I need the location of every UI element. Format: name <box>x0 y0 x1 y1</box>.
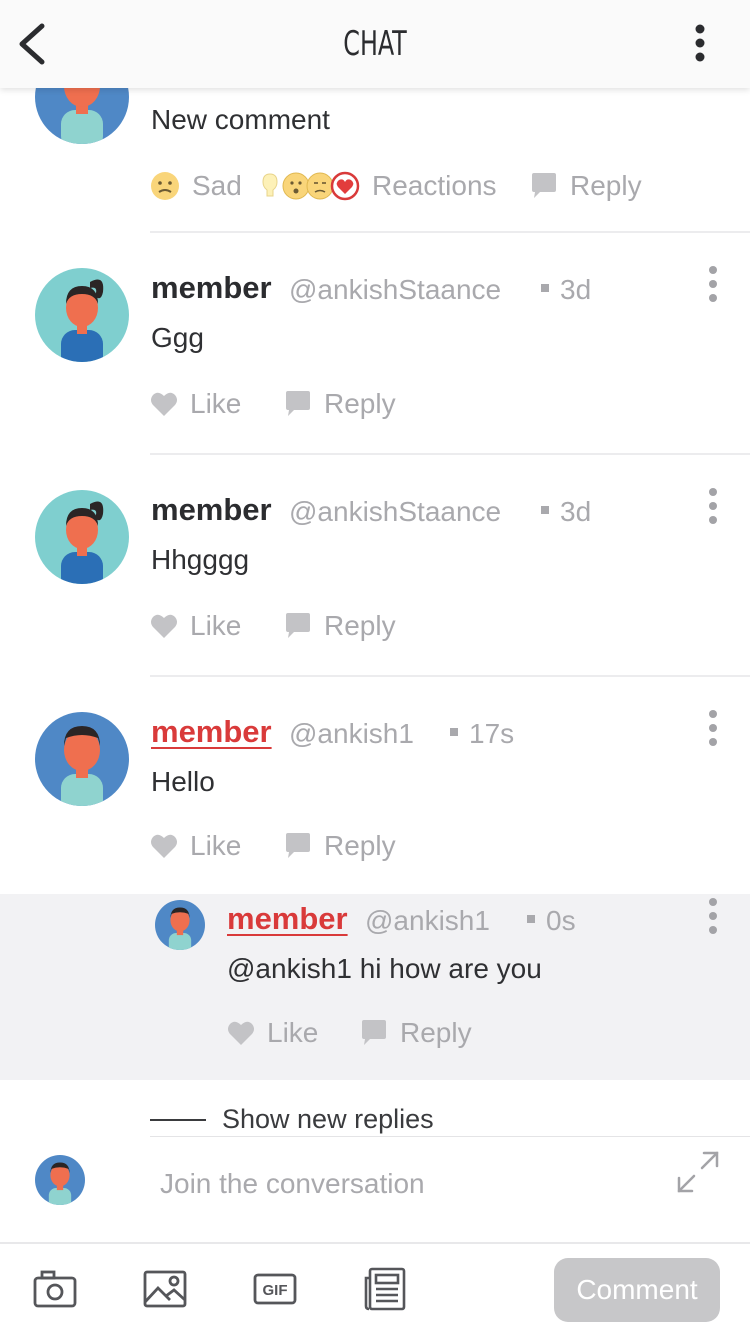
like-label: Like <box>190 610 242 641</box>
comment-options-icon[interactable] <box>703 898 723 938</box>
like-button[interactable]: Like <box>150 830 241 862</box>
reply-label: Reply <box>324 830 396 861</box>
comment-options-icon[interactable] <box>703 488 723 528</box>
avatar[interactable] <box>155 900 205 950</box>
comment-options-icon[interactable] <box>703 710 723 750</box>
time-separator <box>541 284 549 292</box>
avatar[interactable] <box>35 712 129 806</box>
reactions-button[interactable]: Reactions <box>260 170 497 202</box>
author-handle[interactable]: @ankish1 <box>365 905 490 937</box>
back-arrow-icon[interactable] <box>14 20 54 68</box>
author-name[interactable]: member <box>227 901 348 937</box>
sad-label: Sad <box>192 170 242 201</box>
show-new-replies-link[interactable]: Show new replies <box>150 1104 434 1135</box>
timestamp: 17s <box>469 718 515 749</box>
reply-bubble-icon <box>286 613 310 638</box>
article-icon[interactable] <box>362 1266 408 1312</box>
heart-icon <box>151 614 177 638</box>
reply-button[interactable]: Reply <box>360 1017 472 1049</box>
comment-text: @ankish1 hi how are you <box>227 953 542 984</box>
comment-input[interactable]: Join the conversation <box>160 1168 425 1200</box>
reactions-label: Reactions <box>372 170 497 201</box>
author-handle[interactable]: @ankishStaance <box>289 496 501 528</box>
page-title: CHAT <box>343 24 407 64</box>
more-options-icon[interactable] <box>688 24 712 64</box>
camera-icon[interactable] <box>32 1266 78 1312</box>
gif-label: GIF <box>263 1282 288 1299</box>
timestamp: 0s <box>546 905 576 936</box>
reply-label: Reply <box>400 1017 472 1048</box>
heart-icon <box>228 1021 254 1045</box>
divider <box>150 231 750 233</box>
timestamp: 3d <box>560 274 592 305</box>
heart-icon <box>151 392 177 416</box>
current-user-avatar <box>35 1155 85 1205</box>
like-button[interactable]: Like <box>150 610 241 642</box>
reply-bubble-icon <box>286 833 310 858</box>
comment-text: Hello <box>151 766 215 797</box>
reply-label: Reply <box>570 170 642 201</box>
image-icon[interactable] <box>142 1266 188 1312</box>
avatar[interactable] <box>35 268 129 362</box>
avatar[interactable] <box>35 490 129 584</box>
reply-button[interactable]: Reply <box>284 830 396 862</box>
author-name[interactable]: member <box>151 714 272 750</box>
reply-button[interactable]: Reply <box>284 388 396 420</box>
comment-text: New comment <box>151 104 330 135</box>
divider <box>150 453 750 455</box>
show-new-replies-label: Show new replies <box>222 1104 434 1134</box>
like-label: Like <box>267 1017 319 1048</box>
timestamp: 3d <box>560 496 592 527</box>
top-bar: CHAT <box>0 0 750 88</box>
like-button[interactable]: Like <box>227 1017 318 1049</box>
time-separator <box>450 728 458 736</box>
divider <box>150 1136 750 1137</box>
divider <box>150 1118 206 1121</box>
time-separator <box>527 915 535 923</box>
reply-bubble-icon <box>286 391 310 416</box>
reply-bubble-icon <box>532 173 556 198</box>
comment-text: Hhgggg <box>151 544 250 575</box>
author-handle[interactable]: @ankish1 <box>289 718 414 750</box>
reply-button[interactable]: Reply <box>284 610 396 642</box>
reply-label: Reply <box>324 388 396 419</box>
author-name[interactable]: member <box>151 492 272 528</box>
expand-icon[interactable] <box>676 1150 720 1194</box>
comment-options-icon[interactable] <box>703 266 723 306</box>
like-label: Like <box>190 388 242 419</box>
reply-button[interactable]: Reply <box>530 170 642 202</box>
comment-text: Ggg <box>151 322 204 353</box>
reply-bubble-icon <box>362 1020 386 1045</box>
sad-reaction[interactable]: Sad <box>150 170 242 202</box>
sad-face-icon <box>151 172 179 200</box>
like-label: Like <box>190 830 242 861</box>
avatar[interactable] <box>35 88 129 144</box>
gif-icon[interactable]: GIF <box>252 1266 298 1312</box>
comment-thread: New comment Sad Reactions Reply member @… <box>0 88 750 1138</box>
divider <box>150 675 750 677</box>
heart-icon <box>151 834 177 858</box>
time-separator <box>541 506 549 514</box>
like-button[interactable]: Like <box>150 388 241 420</box>
author-name[interactable]: member <box>151 270 272 306</box>
author-handle[interactable]: @ankishStaance <box>289 274 501 306</box>
reply-label: Reply <box>324 610 396 641</box>
comment-submit-button[interactable]: Comment <box>554 1258 720 1322</box>
composer-toolbar: GIF Comment <box>0 1242 750 1334</box>
reaction-faces-icon <box>262 171 360 201</box>
